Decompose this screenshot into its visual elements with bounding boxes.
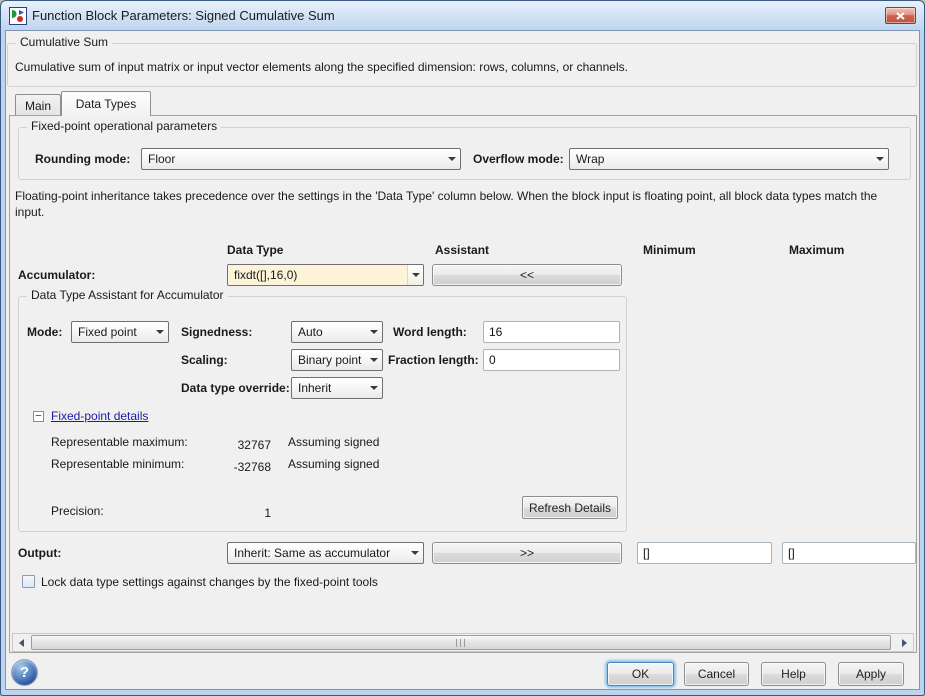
mode-value: Fixed point [72, 322, 152, 342]
column-header-maximum: Maximum [789, 239, 844, 261]
dialog-body: Cumulative Sum Cumulative sum of input m… [5, 30, 920, 690]
fixed-point-details-link[interactable]: Fixed-point details [51, 408, 148, 424]
cancel-button[interactable]: Cancel [684, 662, 749, 686]
apply-button-label: Apply [856, 667, 886, 681]
representable-minimum-note: Assuming signed [288, 456, 379, 472]
mode-select[interactable]: Fixed point [71, 321, 169, 343]
header-group: Cumulative Sum Cumulative sum of input m… [7, 43, 917, 87]
accumulator-data-type-value: fixdt([],16,0) [228, 265, 407, 285]
output-minimum-input[interactable] [637, 542, 772, 564]
chevron-down-icon [152, 322, 168, 342]
output-maximum-input[interactable] [782, 542, 916, 564]
fixed-point-params-title: Fixed-point operational parameters [27, 119, 221, 133]
fraction-length-input[interactable] [483, 349, 620, 371]
close-icon [896, 12, 905, 20]
chevron-down-icon [872, 149, 888, 169]
output-label: Output: [18, 542, 61, 564]
chevron-down-icon [407, 265, 423, 285]
data-type-override-select[interactable]: Inherit [291, 377, 383, 399]
close-button[interactable] [885, 7, 916, 24]
refresh-details-label: Refresh Details [529, 501, 611, 515]
representable-maximum-value: 32767 [189, 437, 271, 453]
representable-maximum-note: Assuming signed [288, 434, 379, 450]
accumulator-assistant-toggle-label: << [520, 268, 534, 282]
word-length-input[interactable] [483, 321, 620, 343]
signedness-select[interactable]: Auto [291, 321, 383, 343]
data-type-assistant-group: Data Type Assistant for Accumulator Mode… [18, 296, 627, 532]
precision-value: 1 [189, 505, 271, 521]
overflow-mode-label: Overflow mode: [473, 148, 564, 170]
lock-data-type-checkbox[interactable] [22, 575, 35, 588]
horizontal-scrollbar[interactable] [12, 633, 914, 652]
collapse-toggle-icon[interactable]: − [33, 411, 44, 422]
chevron-down-icon [444, 149, 460, 169]
rounding-mode-label: Rounding mode: [35, 148, 130, 170]
output-data-type-select[interactable]: Inherit: Same as accumulator [227, 542, 424, 564]
output-data-type-value: Inherit: Same as accumulator [228, 543, 407, 563]
word-length-label: Word length: [393, 321, 467, 343]
overflow-mode-value: Wrap [570, 149, 872, 169]
representable-maximum-label: Representable maximum: [51, 434, 188, 450]
ok-button-label: OK [632, 667, 649, 681]
rounding-mode-select[interactable]: Floor [141, 148, 461, 170]
window-title: Function Block Parameters: Signed Cumula… [32, 8, 885, 23]
data-type-override-label: Data type override: [181, 377, 290, 399]
accumulator-data-type-select[interactable]: fixdt([],16,0) [227, 264, 424, 286]
refresh-details-button[interactable]: Refresh Details [522, 496, 618, 519]
help-button-label: Help [781, 667, 806, 681]
representable-minimum-value: -32768 [189, 459, 271, 475]
data-types-panel: Fixed-point operational parameters Round… [9, 115, 917, 653]
chevron-down-icon [366, 350, 382, 370]
column-header-data-type: Data Type [227, 239, 283, 261]
block-description: Cumulative sum of input matrix or input … [15, 58, 628, 76]
simulink-block-icon [9, 7, 27, 25]
scroll-left-button[interactable] [13, 634, 30, 651]
scaling-select[interactable]: Binary point [291, 349, 383, 371]
scrollbar-grip-icon [456, 639, 466, 647]
scaling-label: Scaling: [181, 349, 228, 371]
data-type-assistant-title: Data Type Assistant for Accumulator [27, 288, 228, 302]
output-assistant-toggle-button[interactable]: >> [432, 542, 622, 564]
function-block-parameters-dialog: Function Block Parameters: Signed Cumula… [0, 0, 925, 696]
rounding-mode-value: Floor [142, 149, 444, 169]
signedness-label: Signedness: [181, 321, 252, 343]
inheritance-note: Floating-point inheritance takes precede… [15, 188, 909, 220]
accumulator-assistant-toggle-button[interactable]: << [432, 264, 622, 286]
help-icon[interactable]: ? [11, 659, 38, 686]
scaling-value: Binary point [292, 350, 366, 370]
precision-label: Precision: [51, 503, 104, 519]
help-button[interactable]: Help [761, 662, 826, 686]
scroll-right-button[interactable] [896, 634, 913, 651]
representable-minimum-label: Representable minimum: [51, 456, 184, 472]
chevron-down-icon [407, 543, 423, 563]
tab-main[interactable]: Main [15, 94, 61, 116]
scrollbar-thumb[interactable] [31, 635, 891, 650]
collapse-glyph: − [35, 410, 41, 422]
lock-data-type-label: Lock data type settings against changes … [41, 571, 378, 593]
accumulator-label: Accumulator: [18, 264, 95, 286]
help-icon-glyph: ? [20, 664, 29, 681]
tab-main-label: Main [25, 99, 51, 113]
column-header-minimum: Minimum [643, 239, 696, 261]
mode-label: Mode: [27, 321, 62, 343]
tab-data-types[interactable]: Data Types [61, 91, 151, 116]
signedness-value: Auto [292, 322, 366, 342]
data-type-override-value: Inherit [292, 378, 366, 398]
cancel-button-label: Cancel [698, 667, 735, 681]
column-header-assistant: Assistant [435, 239, 489, 261]
title-bar[interactable]: Function Block Parameters: Signed Cumula… [1, 1, 924, 30]
apply-button[interactable]: Apply [838, 662, 904, 686]
ok-button[interactable]: OK [607, 662, 674, 686]
tab-data-types-label: Data Types [76, 97, 136, 111]
chevron-down-icon [366, 378, 382, 398]
chevron-down-icon [366, 322, 382, 342]
scroll-left-arrow-icon [19, 639, 24, 647]
fraction-length-label: Fraction length: [388, 349, 479, 371]
overflow-mode-select[interactable]: Wrap [569, 148, 889, 170]
output-assistant-toggle-label: >> [520, 546, 534, 560]
scroll-right-arrow-icon [902, 639, 907, 647]
header-group-title: Cumulative Sum [16, 35, 112, 49]
fixed-point-params-group: Fixed-point operational parameters Round… [18, 127, 911, 180]
